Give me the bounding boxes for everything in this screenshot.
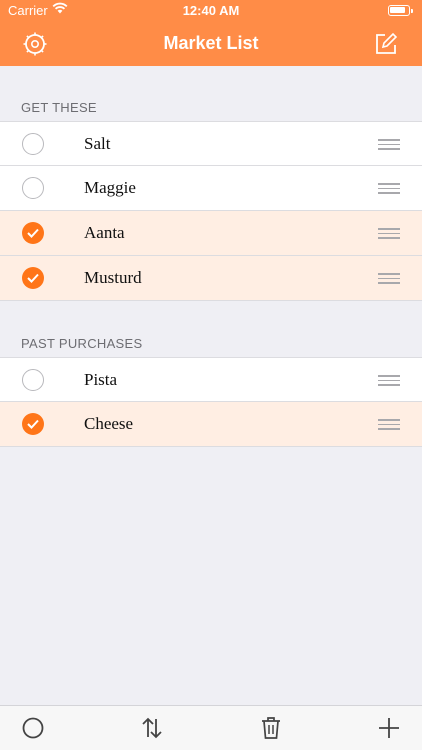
reorder-handle-icon[interactable]	[378, 183, 400, 194]
item-label: Maggie	[84, 178, 136, 197]
checkbox-circle[interactable]	[22, 133, 44, 155]
item-label: Pista	[84, 370, 118, 389]
item-label: Cheese	[84, 414, 134, 433]
battery-icon	[388, 5, 413, 16]
checkbox-circle[interactable]	[22, 369, 44, 391]
list-past-purchases: Pista Cheese	[0, 357, 422, 447]
trash-icon[interactable]	[259, 716, 283, 740]
status-bar: Carrier 12:40 AM	[0, 0, 422, 22]
plus-icon[interactable]	[377, 716, 401, 740]
list-item[interactable]: Pista	[0, 357, 422, 402]
item-label: Salt	[84, 134, 111, 153]
reorder-handle-icon[interactable]	[378, 139, 400, 150]
section-header-get-these: GET THESE	[21, 100, 97, 115]
reorder-handle-icon[interactable]	[378, 228, 400, 239]
list-item[interactable]: Cheese	[0, 402, 422, 447]
reorder-handle-icon[interactable]	[378, 375, 400, 386]
item-label: Musturd	[84, 268, 142, 287]
checkbox-circle[interactable]	[22, 177, 44, 199]
list-item[interactable]: Maggie	[0, 166, 422, 211]
status-time: 12:40 AM	[182, 3, 240, 18]
circle-icon[interactable]	[21, 716, 45, 740]
list-item[interactable]: Salt	[0, 121, 422, 166]
reorder-handle-icon[interactable]	[378, 419, 400, 430]
compose-icon[interactable]	[372, 30, 400, 58]
list-item[interactable]: Aanta	[0, 211, 422, 256]
checkmark-icon[interactable]	[22, 413, 44, 435]
checkmark-icon[interactable]	[22, 222, 44, 244]
list-item[interactable]: Musturd	[0, 256, 422, 301]
bottom-toolbar	[0, 705, 422, 750]
navigation-bar: Market List	[0, 22, 422, 66]
list-get-these: Salt Maggie Aanta Musturd	[0, 121, 422, 301]
section-header-past-purchases: PAST PURCHASES	[21, 336, 143, 351]
sort-icon[interactable]	[140, 716, 164, 740]
reorder-handle-icon[interactable]	[378, 273, 400, 284]
item-label: Aanta	[84, 223, 125, 242]
page-title: Market List	[163, 33, 259, 53]
checkmark-icon[interactable]	[22, 267, 44, 289]
